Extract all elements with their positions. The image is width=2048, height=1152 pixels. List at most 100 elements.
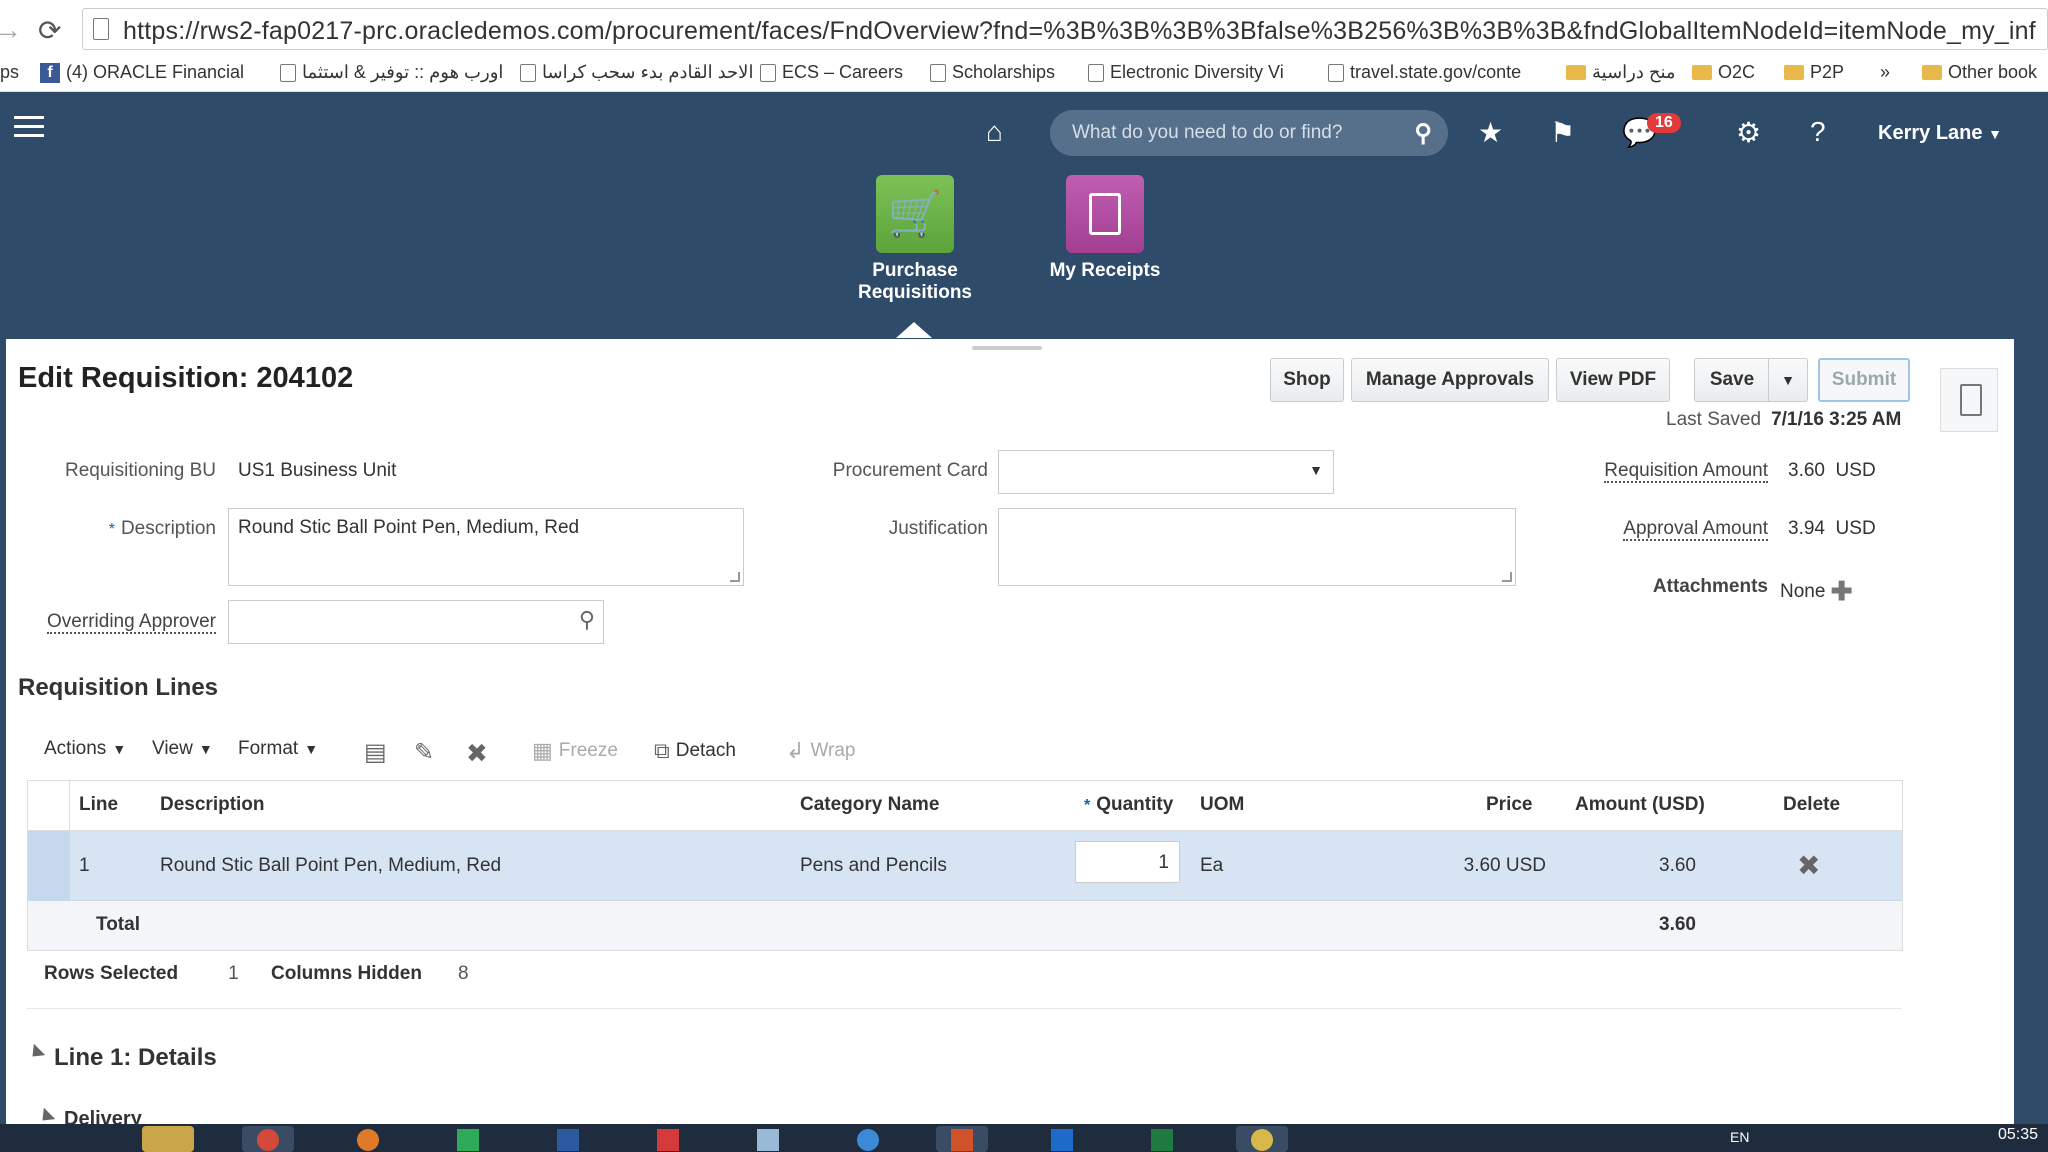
bookmark-folder[interactable]: منح دراسية [1566, 62, 1676, 83]
description-field[interactable]: Round Stic Ball Point Pen, Medium, Red [228, 508, 744, 586]
row-selector[interactable] [28, 831, 70, 901]
overriding-approver-field[interactable]: ⚲ [228, 600, 604, 644]
actions-menu[interactable]: Actions ▼ [44, 738, 126, 760]
global-search[interactable]: What do you need to do or find? ⚲ [1050, 110, 1448, 156]
view-details-icon[interactable]: ▤ [364, 738, 387, 767]
bookmark-folder[interactable]: P2P [1784, 62, 1844, 83]
home-icon[interactable]: ⌂ [986, 116, 1003, 148]
outlook-icon[interactable] [1036, 1126, 1088, 1152]
my-receipts-tile[interactable] [1066, 175, 1144, 253]
bookmark-item[interactable]: الاحد القادم بدء سحب كراسا [520, 62, 753, 83]
save-menu-button[interactable]: ▼ [1768, 358, 1808, 402]
my-receipts-label[interactable]: My Receipts [1032, 260, 1178, 282]
splitter-handle[interactable] [972, 346, 1042, 350]
chevron-down-icon: ▼ [1781, 372, 1795, 388]
overriding-approver-label[interactable]: Overriding Approver [20, 611, 216, 634]
sheets-icon[interactable] [442, 1126, 494, 1152]
view-menu[interactable]: View ▼ [152, 738, 213, 760]
bookmark-label: O2C [1718, 62, 1756, 82]
shop-button[interactable]: Shop [1270, 358, 1344, 402]
bookmark-label: (4) ORACLE Financial [66, 62, 245, 82]
word-icon[interactable] [542, 1126, 594, 1152]
search-input[interactable]: What do you need to do or find? [1072, 122, 1342, 144]
chevron-down-icon: ▼ [198, 741, 213, 757]
firefox-icon[interactable] [342, 1126, 394, 1152]
ie-icon[interactable] [842, 1126, 894, 1152]
flag-icon[interactable]: ⚑ [1550, 116, 1575, 149]
column-header-category[interactable]: Category Name [800, 794, 939, 816]
bookmark-folder[interactable]: O2C [1692, 62, 1755, 83]
line-details-heading[interactable]: Line 1: Details [54, 1044, 217, 1072]
column-header-delete: Delete [1783, 794, 1841, 815]
bookmark-item[interactable]: Electronic Diversity Vi [1088, 62, 1284, 83]
procurement-card-select[interactable]: ▼ [998, 450, 1334, 494]
save-button[interactable]: Save [1694, 358, 1770, 402]
excel-icon[interactable] [1136, 1126, 1188, 1152]
bookmark-folder[interactable]: Other book [1922, 62, 2037, 83]
folder-icon [1566, 65, 1586, 80]
bookmark-item[interactable]: Scholarships [930, 62, 1055, 83]
bookmark-label: ps [0, 62, 20, 82]
facebook-icon: f [40, 62, 60, 83]
column-header-price[interactable]: Price [1486, 794, 1532, 816]
side-panel-button[interactable] [1940, 368, 1998, 432]
edit-icon[interactable]: ✎ [414, 738, 434, 767]
column-header-line[interactable]: Line [79, 794, 118, 816]
manage-approvals-button[interactable]: Manage Approvals [1351, 358, 1549, 402]
language-indicator[interactable]: EN [1730, 1129, 1749, 1145]
column-header-amount[interactable]: Amount (USD) [1575, 794, 1705, 816]
bookmark-item[interactable]: ECS – Careers [760, 62, 903, 83]
approval-amount-number: 3.94 [1788, 518, 1825, 539]
notification-badge: 16 [1647, 113, 1681, 133]
column-header-description[interactable]: Description [160, 794, 265, 816]
freeze-button[interactable]: ▦ Freeze [532, 738, 618, 764]
powerpoint-icon[interactable] [936, 1126, 988, 1152]
quantity-input[interactable]: 1 [1075, 841, 1180, 883]
requisition-lines-table: Line Description Category Name * Quantity… [27, 780, 1903, 951]
bookmark-item[interactable]: f (4) ORACLE Financial [40, 62, 244, 83]
user-menu[interactable]: Kerry Lane ▼ [1878, 122, 2002, 145]
detach-button[interactable]: ⧉ Detach [654, 738, 736, 764]
bookmark-item[interactable]: اورب هوم :: توفير & استثما [280, 62, 503, 83]
back-icon[interactable]: → [0, 14, 22, 46]
delete-row-icon[interactable]: ✖ [1797, 849, 1820, 882]
chevron-down-icon: ▼ [1309, 462, 1323, 478]
resize-handle-icon[interactable] [1502, 572, 1512, 582]
view-pdf-button[interactable]: View PDF [1556, 358, 1670, 402]
wrap-button[interactable]: ↲ Wrap [786, 738, 856, 764]
accessibility-icon[interactable]: ⚙ [1736, 116, 1761, 149]
explorer-icon[interactable] [142, 1126, 194, 1152]
add-attachment-icon[interactable]: ✚ [1831, 576, 1853, 606]
bookmark-item[interactable]: travel.state.gov/conte [1328, 62, 1521, 83]
help-icon[interactable]: ? [1810, 116, 1826, 148]
columns-hidden[interactable]: Columns Hidden 8 [271, 963, 469, 985]
bookmark-item[interactable]: ps [0, 62, 19, 83]
justification-field[interactable] [998, 508, 1516, 586]
column-header-uom[interactable]: UOM [1200, 794, 1244, 816]
start-icon[interactable] [50, 1126, 90, 1152]
cell-category: Pens and Pencils [800, 855, 947, 876]
table-row[interactable]: 1 Round Stic Ball Point Pen, Medium, Red… [28, 831, 1902, 901]
search-icon[interactable]: ⚲ [1414, 119, 1432, 148]
reload-icon[interactable]: ⟳ [38, 14, 61, 47]
paint-icon[interactable] [1236, 1126, 1288, 1152]
notepad-icon[interactable] [742, 1126, 794, 1152]
last-saved-value: 7/1/16 3:25 AM [1771, 409, 1902, 430]
menu-icon[interactable] [14, 116, 44, 138]
delete-icon[interactable]: ✖ [466, 738, 488, 769]
requisition-amount-label[interactable]: Requisition Amount [1540, 460, 1768, 483]
resize-handle-icon[interactable] [730, 572, 740, 582]
favorites-icon[interactable]: ★ [1478, 116, 1503, 149]
chrome-icon[interactable] [242, 1126, 294, 1152]
address-bar[interactable]: https://rws2-fap0217-prc.oraclede­mos.co… [82, 8, 2048, 50]
approval-amount-label[interactable]: Approval Amount [1540, 518, 1768, 541]
acrobat-icon[interactable] [642, 1126, 694, 1152]
column-header-quantity[interactable]: * Quantity [1084, 794, 1173, 816]
search-icon[interactable]: ⚲ [579, 607, 595, 633]
bookmarks-overflow[interactable]: » [1880, 62, 1890, 83]
table-total-row: Total 3.60 [28, 901, 1902, 951]
purchase-requisitions-label[interactable]: Purchase Requisitions [834, 260, 996, 304]
submit-button[interactable]: Submit [1818, 358, 1910, 402]
format-menu[interactable]: Format ▼ [238, 738, 318, 760]
purchase-requisitions-tile[interactable]: 🛒 [876, 175, 954, 253]
